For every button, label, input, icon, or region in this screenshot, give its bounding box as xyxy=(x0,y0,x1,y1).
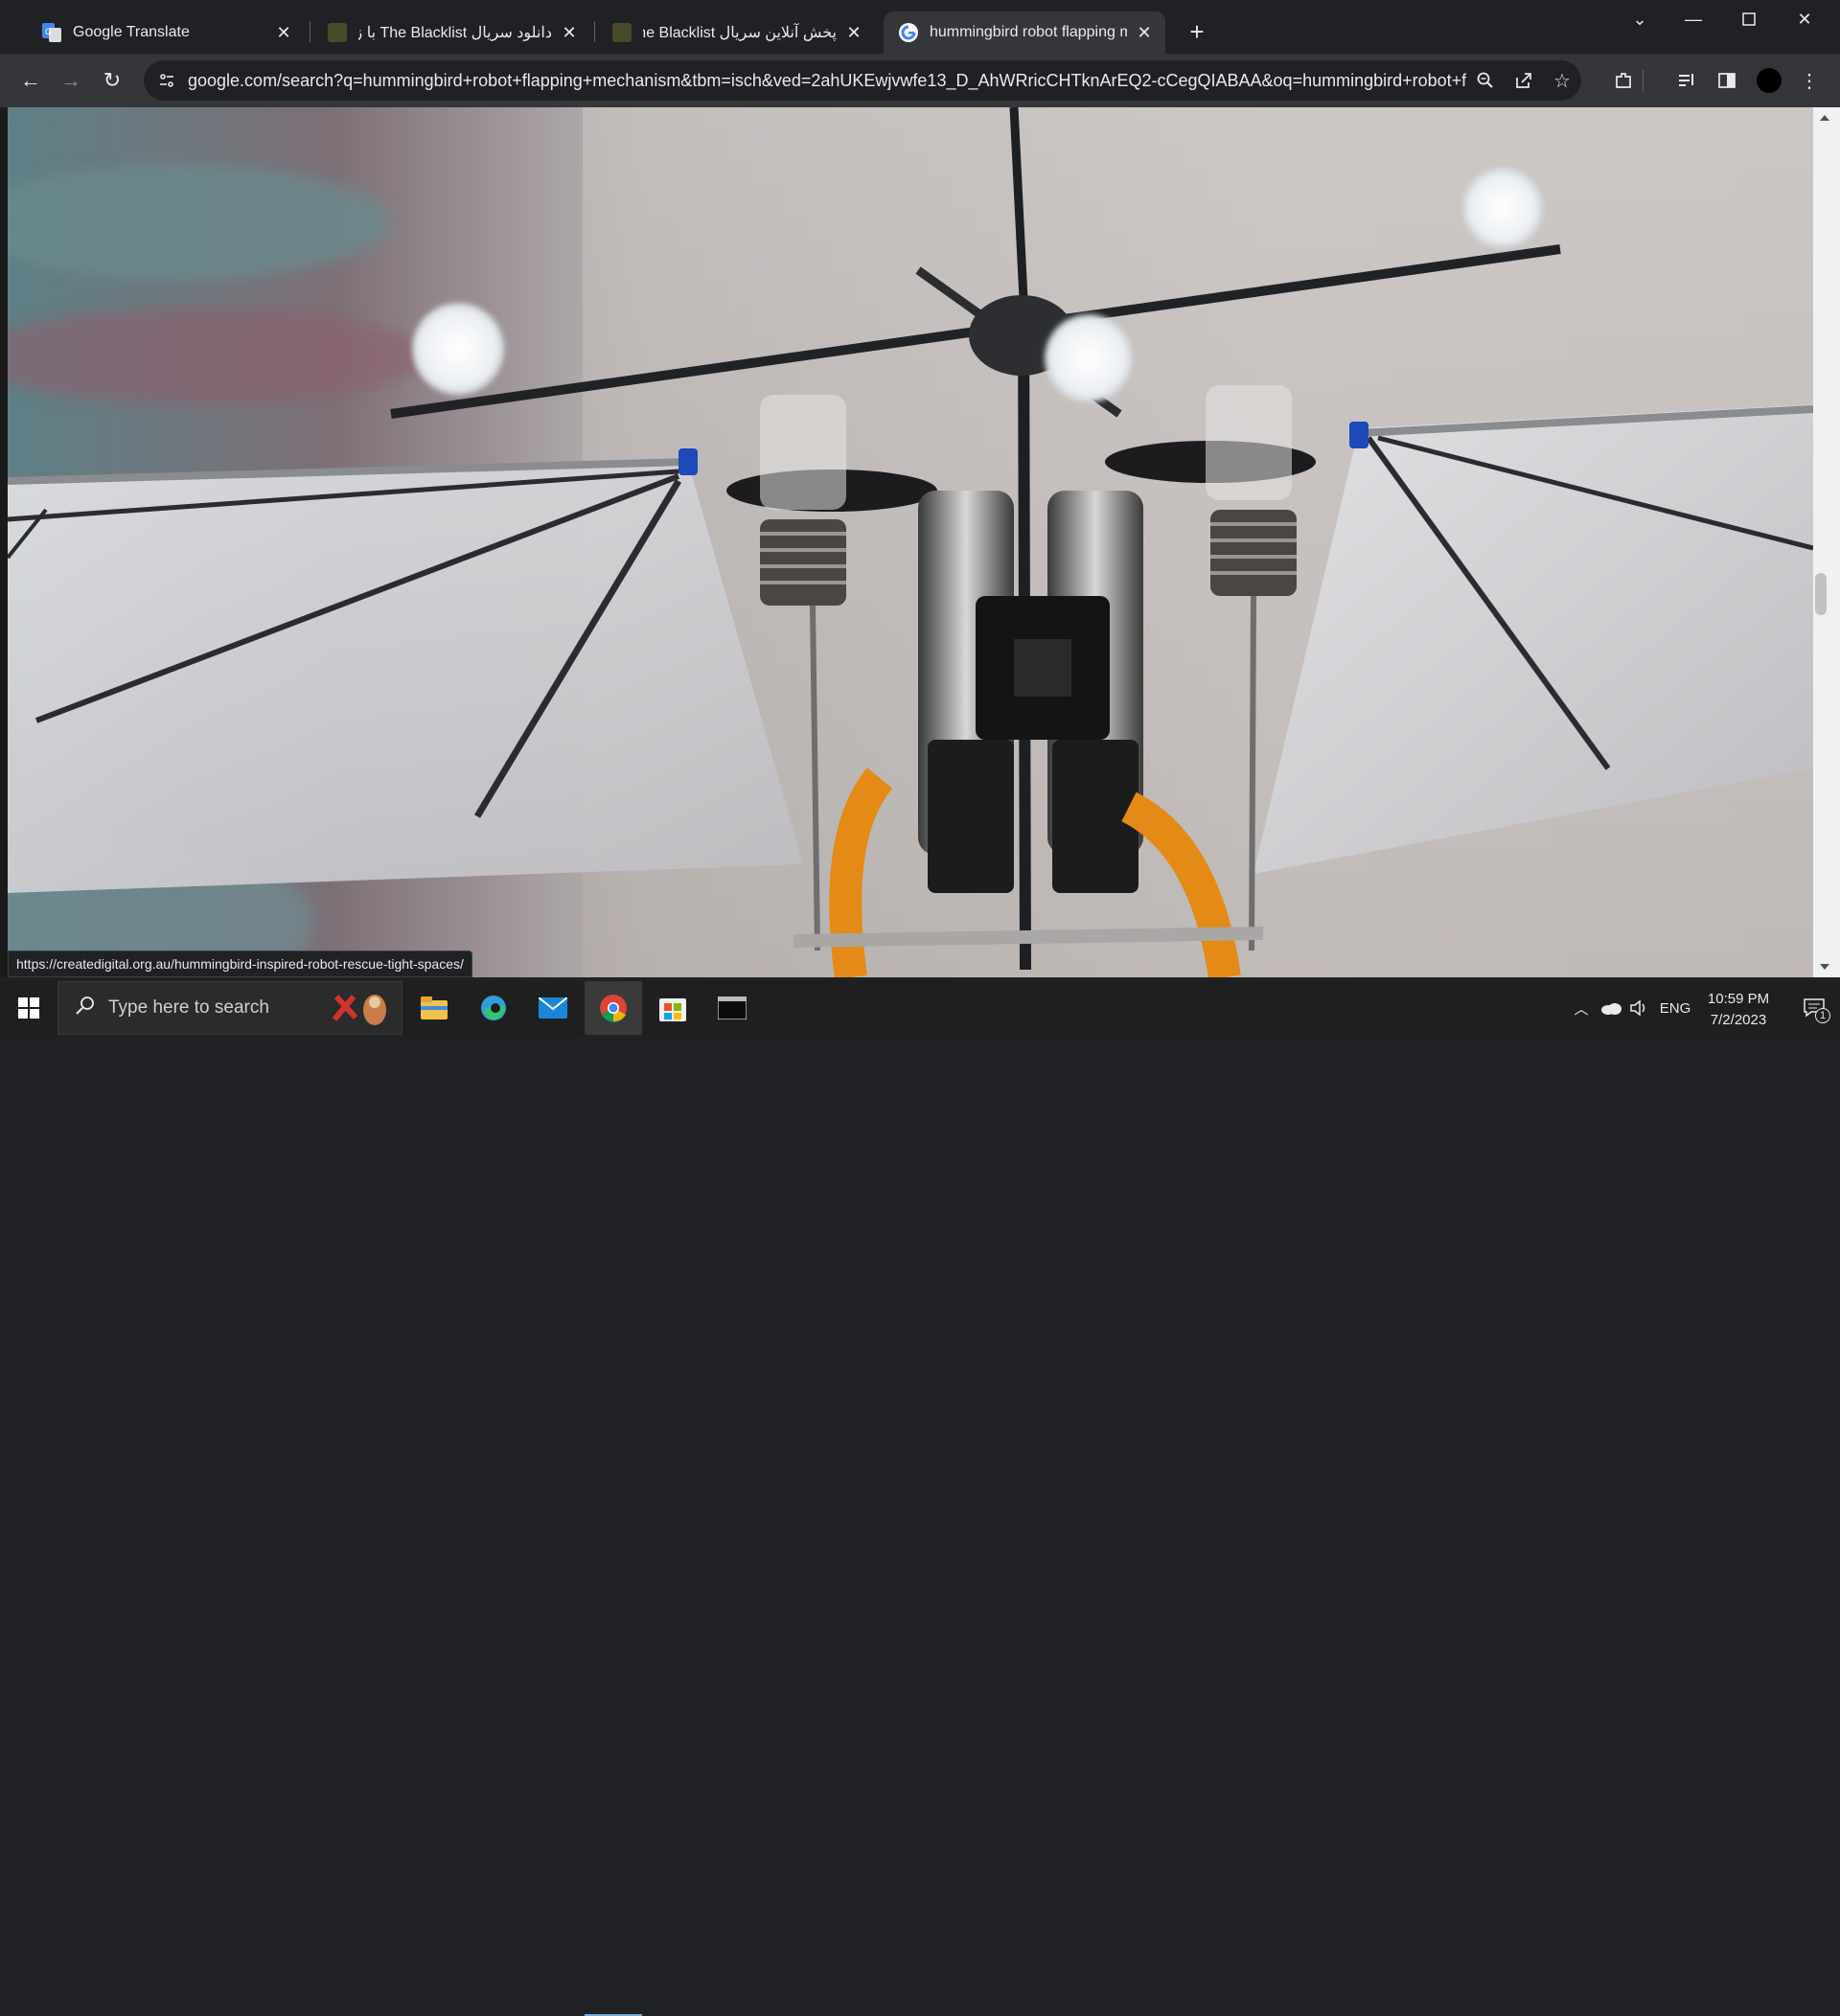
notification-icon: 1 xyxy=(1804,998,1830,1023)
onedrive-cloud-icon[interactable] xyxy=(1597,981,1625,1035)
scroll-up-arrow-icon[interactable] xyxy=(1820,115,1829,121)
tab-strip: G Google Translate ✕ دانلود سریال The Bl… xyxy=(0,0,1840,54)
tab-title: پخش آنلاین سریال The Blacklist | xyxy=(643,25,837,41)
close-tab-icon[interactable]: ✕ xyxy=(560,23,579,42)
search-placeholder: Type here to search xyxy=(108,997,269,1018)
tab-hummingbird-search[interactable]: hummingbird robot flapping m ✕ xyxy=(884,11,1165,54)
tab-blacklist-download[interactable]: دانلود سریال The Blacklist با زیرن ✕ xyxy=(312,11,590,54)
site-favicon-icon xyxy=(612,23,632,42)
maximize-button[interactable] xyxy=(1721,0,1777,38)
extensions-icon[interactable] xyxy=(1608,65,1639,96)
edge-browser-icon[interactable] xyxy=(465,981,522,1035)
zoom-icon[interactable] xyxy=(1466,63,1505,98)
tab-title: hummingbird robot flapping m xyxy=(930,24,1127,40)
address-bar[interactable]: google.com/search?q=hummingbird+robot+fl… xyxy=(144,60,1581,101)
tab-separator xyxy=(594,21,595,42)
clock-time: 10:59 PM xyxy=(1707,991,1770,1007)
reload-button[interactable]: ↻ xyxy=(95,63,129,98)
site-favicon-icon xyxy=(328,23,347,42)
taskbar-search-box[interactable]: Type here to search xyxy=(58,981,402,1035)
back-button[interactable]: ← xyxy=(13,63,48,98)
svg-text:G: G xyxy=(45,27,52,36)
windows-start-button[interactable] xyxy=(0,981,58,1035)
image-viewer[interactable] xyxy=(8,107,1813,977)
mail-icon[interactable] xyxy=(524,981,582,1035)
side-panel-icon[interactable] xyxy=(1712,65,1742,96)
bookmark-star-icon[interactable]: ☆ xyxy=(1543,63,1581,98)
site-info-icon[interactable] xyxy=(150,63,184,98)
system-clock[interactable]: 10:59 PM 7/2/2023 xyxy=(1689,989,1788,1031)
close-tab-icon[interactable]: ✕ xyxy=(844,23,863,42)
profile-avatar[interactable] xyxy=(1754,65,1784,96)
volume-icon[interactable] xyxy=(1625,981,1652,1035)
right-spring xyxy=(1210,510,1297,596)
close-tab-icon[interactable]: ✕ xyxy=(1135,23,1154,42)
share-icon[interactable] xyxy=(1505,63,1543,98)
divider xyxy=(1643,70,1644,91)
menu-kebab-icon[interactable]: ⋮ xyxy=(1794,65,1825,96)
notifications-button[interactable]: 1 xyxy=(1788,981,1840,1035)
left-spring xyxy=(760,519,846,606)
clock-date: 7/2/2023 xyxy=(1710,1012,1767,1028)
close-window-button[interactable]: ✕ xyxy=(1777,0,1832,38)
link-status-bar: https://createdigital.org.au/hummingbird… xyxy=(8,951,472,977)
notification-count-badge: 1 xyxy=(1815,1008,1830,1023)
terminal-icon[interactable] xyxy=(703,981,761,1035)
file-explorer-icon[interactable] xyxy=(405,981,463,1035)
google-translate-icon: G xyxy=(42,23,61,42)
tab-blacklist-stream[interactable]: پخش آنلاین سریال The Blacklist | ✕ xyxy=(597,11,875,54)
tab-title: دانلود سریال The Blacklist با زیرن xyxy=(358,25,552,41)
media-control-icon[interactable] xyxy=(1671,65,1702,96)
hummingbird-robot-photo xyxy=(8,107,1813,977)
new-tab-button[interactable]: + xyxy=(1181,15,1213,48)
forward-button[interactable]: → xyxy=(54,63,88,98)
windows-taskbar: Type here to search ︿ ENG 10:59 PM 7/2/2… xyxy=(0,981,1840,2016)
chrome-icon[interactable] xyxy=(585,981,642,1035)
close-tab-icon[interactable]: ✕ xyxy=(274,23,293,42)
tab-title: Google Translate xyxy=(73,24,190,40)
browser-toolbar: ← → ↻ google.com/search?q=hummingbird+ro… xyxy=(0,54,1840,107)
show-hidden-icons[interactable]: ︿ xyxy=(1568,981,1595,1035)
google-g-icon xyxy=(899,23,918,42)
minimize-button[interactable]: — xyxy=(1666,0,1721,38)
tab-search-icon[interactable]: ⌄ xyxy=(1612,0,1668,38)
left-gutter xyxy=(0,107,8,977)
vertical-scrollbar[interactable] xyxy=(1813,107,1840,977)
url-text: google.com/search?q=hummingbird+robot+fl… xyxy=(188,70,1466,90)
scrollbar-thumb[interactable] xyxy=(1815,573,1827,615)
tab-google-translate[interactable]: G Google Translate ✕ xyxy=(27,11,305,54)
search-icon xyxy=(76,996,95,1020)
scroll-down-arrow-icon[interactable] xyxy=(1820,964,1829,970)
microsoft-store-icon[interactable] xyxy=(644,981,702,1035)
search-highlight-icon xyxy=(325,989,392,1027)
